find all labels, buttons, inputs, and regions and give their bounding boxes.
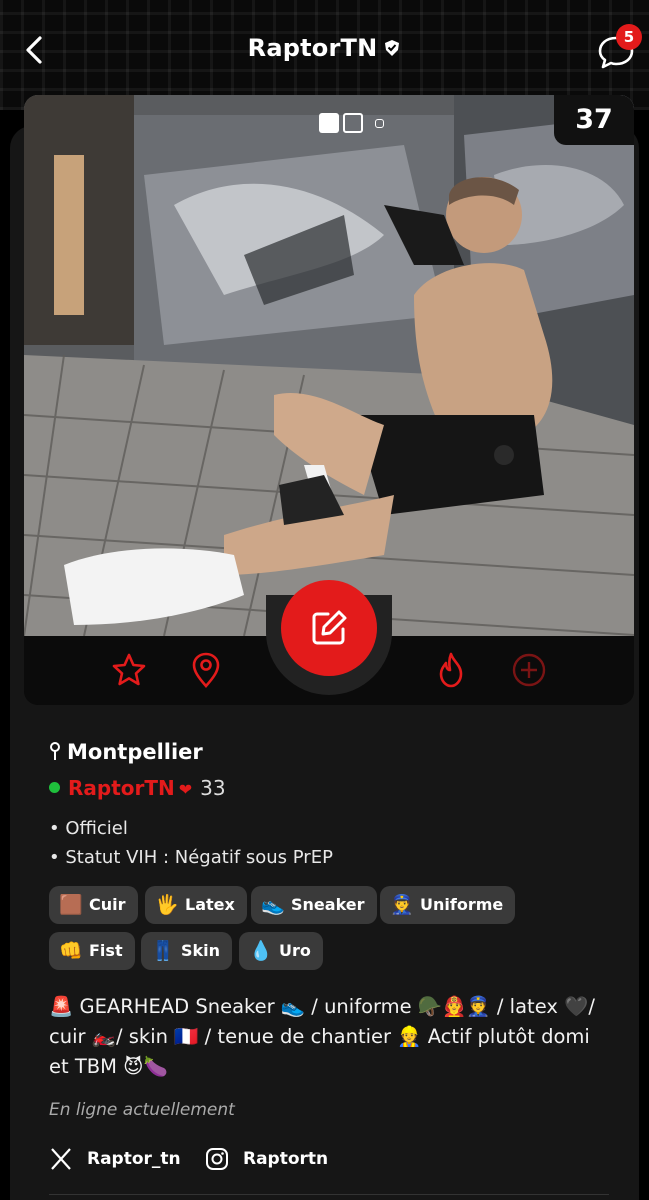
droplet-icon: 💧 <box>249 940 273 962</box>
verified-heart-badge-icon: ❤ <box>178 780 193 799</box>
username[interactable]: RaptorTN <box>68 776 175 800</box>
tag-fist[interactable]: 👊 Fist <box>49 932 135 970</box>
tag-sneaker[interactable]: 👟 Sneaker <box>251 886 377 924</box>
profile-name-title: RaptorTN <box>247 34 378 62</box>
location-pin-icon <box>50 742 60 760</box>
tag-latex[interactable]: 🖐 Latex <box>145 886 247 924</box>
star-icon <box>112 653 146 686</box>
fist-icon: 👊 <box>59 940 83 962</box>
detail-hiv-status: • Statut VIH : Négatif sous PrEP <box>49 847 333 868</box>
hot-button[interactable] <box>431 650 471 690</box>
photo-age-badge: 37 <box>554 95 634 145</box>
flame-icon <box>439 652 463 688</box>
map-pin-icon <box>192 652 220 688</box>
write-message-button[interactable] <box>281 580 377 676</box>
instagram-handle: Raptortn <box>243 1149 329 1169</box>
detail-official: • Officiel <box>49 818 128 839</box>
tag-uro[interactable]: 💧 Uro <box>239 932 323 970</box>
favorite-button[interactable] <box>109 650 149 690</box>
tag-label: Latex <box>185 895 235 914</box>
instagram-icon <box>206 1148 228 1170</box>
pager-dot-2[interactable] <box>343 113 363 133</box>
add-button[interactable] <box>509 650 549 690</box>
edit-icon <box>312 610 347 645</box>
verified-badge-icon <box>383 35 401 63</box>
online-status-dot <box>49 782 60 793</box>
instagram-link[interactable]: Raptortn <box>205 1144 328 1174</box>
jeans-icon: 👖 <box>151 940 175 962</box>
profile-bio: 🚨 GEARHEAD Sneaker 👟 / uniforme 🪖👨‍🚒👮 / … <box>49 995 595 1078</box>
pager-dot-3[interactable] <box>375 119 384 128</box>
tag-cuir[interactable]: 🟫 Cuir <box>49 886 138 924</box>
tag-label: Sneaker <box>291 895 365 914</box>
user-age: 33 <box>200 776 226 800</box>
location-text: Montpellier <box>67 740 203 764</box>
x-icon <box>51 1148 71 1170</box>
tag-label: Fist <box>89 941 123 960</box>
unread-badge: 5 <box>616 24 642 50</box>
tag-uniforme[interactable]: 👮 Uniforme <box>380 886 516 924</box>
location-line: Montpellier <box>49 740 203 764</box>
photo-card: 37 <box>24 95 634 705</box>
tag-label: Uniforme <box>420 895 504 914</box>
page-title: RaptorTN <box>0 34 649 63</box>
sneaker-icon: 👟 <box>261 894 285 916</box>
tag-label: Skin <box>181 941 221 960</box>
location-button[interactable] <box>186 650 226 690</box>
online-status-text: En ligne actuellement <box>49 1100 235 1120</box>
pager-dot-1[interactable] <box>319 113 339 133</box>
police-officer-icon: 👮 <box>390 894 414 916</box>
tag-label: Cuir <box>89 895 126 914</box>
x-link[interactable]: Raptor_tn <box>49 1144 181 1174</box>
photo-scene <box>24 95 634 636</box>
x-handle: Raptor_tn <box>87 1149 181 1169</box>
divider <box>49 1194 609 1195</box>
profile-photo[interactable]: 37 <box>24 95 634 636</box>
tag-skin[interactable]: 👖 Skin <box>141 932 233 970</box>
glove-icon: 🖐 <box>155 894 179 916</box>
user-line: RaptorTN ❤ 33 <box>49 776 226 800</box>
leather-icon: 🟫 <box>59 894 83 916</box>
tag-label: Uro <box>279 941 311 960</box>
top-bar: RaptorTN 5 <box>0 0 649 100</box>
plus-circle-icon <box>512 653 546 687</box>
profile-details: • Officiel • Statut VIH : Négatif sous P… <box>49 814 333 872</box>
